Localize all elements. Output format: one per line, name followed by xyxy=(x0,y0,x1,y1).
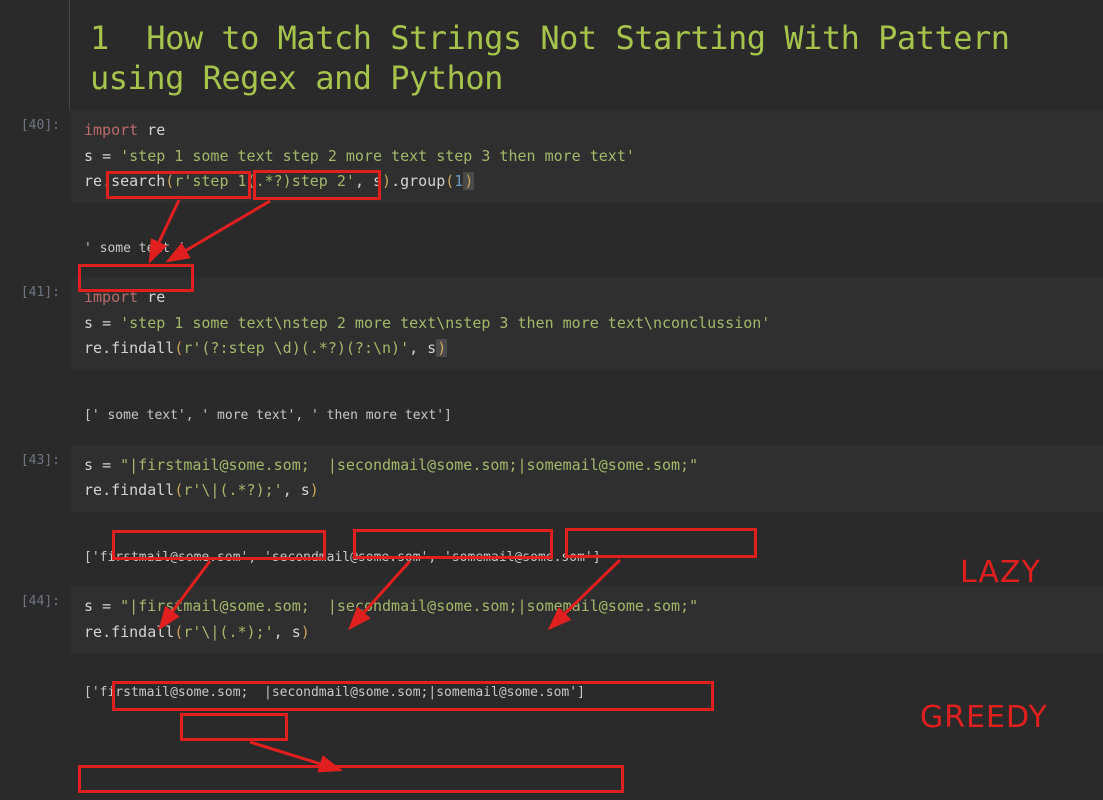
code-input[interactable]: import re s = 'step 1 some text\nstep 2 … xyxy=(70,277,1103,370)
code-cell: [43]: s = "|firstmail@some.som; |secondm… xyxy=(0,445,1103,512)
code-cell: [40]: import re s = 'step 1 some text st… xyxy=(0,110,1103,203)
annotation-box xyxy=(78,765,624,793)
cell-output: ['firstmail@some.som; |secondmail@some.s… xyxy=(70,653,1103,722)
output-cell: ['firstmail@some.som', 'secondmail@some.… xyxy=(0,512,1103,587)
heading-gutter xyxy=(0,0,70,110)
cell-output: ['firstmail@some.som', 'secondmail@some.… xyxy=(70,512,1103,587)
page-title: 1 How to Match Strings Not Starting With… xyxy=(90,18,1083,98)
output-cell: ['firstmail@some.som; |secondmail@some.s… xyxy=(0,653,1103,722)
output-cell: [' some text', ' more text', ' then more… xyxy=(0,370,1103,445)
title-text: How to Match Strings Not Starting With P… xyxy=(90,19,1010,97)
code-input[interactable]: s = "|firstmail@some.som; |secondmail@so… xyxy=(70,445,1103,512)
cell-output: ' some text ' xyxy=(70,203,1103,278)
cell-output: [' some text', ' more text', ' then more… xyxy=(70,370,1103,445)
output-text: ' some text ' xyxy=(84,239,1089,260)
cell-prompt: [40]: xyxy=(0,110,70,203)
output-cell: ' some text ' xyxy=(0,203,1103,278)
title-number: 1 xyxy=(90,19,109,57)
output-text: ['firstmail@some.som', 'secondmail@some.… xyxy=(84,548,1089,569)
output-text: [' some text', ' more text', ' then more… xyxy=(84,406,1089,427)
code-cell: [44]: s = "|firstmail@some.som; |secondm… xyxy=(0,586,1103,653)
cell-prompt: [41]: xyxy=(0,277,70,370)
output-text: ['firstmail@some.som; |secondmail@some.s… xyxy=(84,683,1089,704)
code-input[interactable]: s = "|firstmail@some.som; |secondmail@so… xyxy=(70,586,1103,653)
cell-prompt: [44]: xyxy=(0,586,70,653)
cell-prompt: [43]: xyxy=(0,445,70,512)
code-cell: [41]: import re s = 'step 1 some text\ns… xyxy=(0,277,1103,370)
code-input[interactable]: import re s = 'step 1 some text step 2 m… xyxy=(70,110,1103,203)
